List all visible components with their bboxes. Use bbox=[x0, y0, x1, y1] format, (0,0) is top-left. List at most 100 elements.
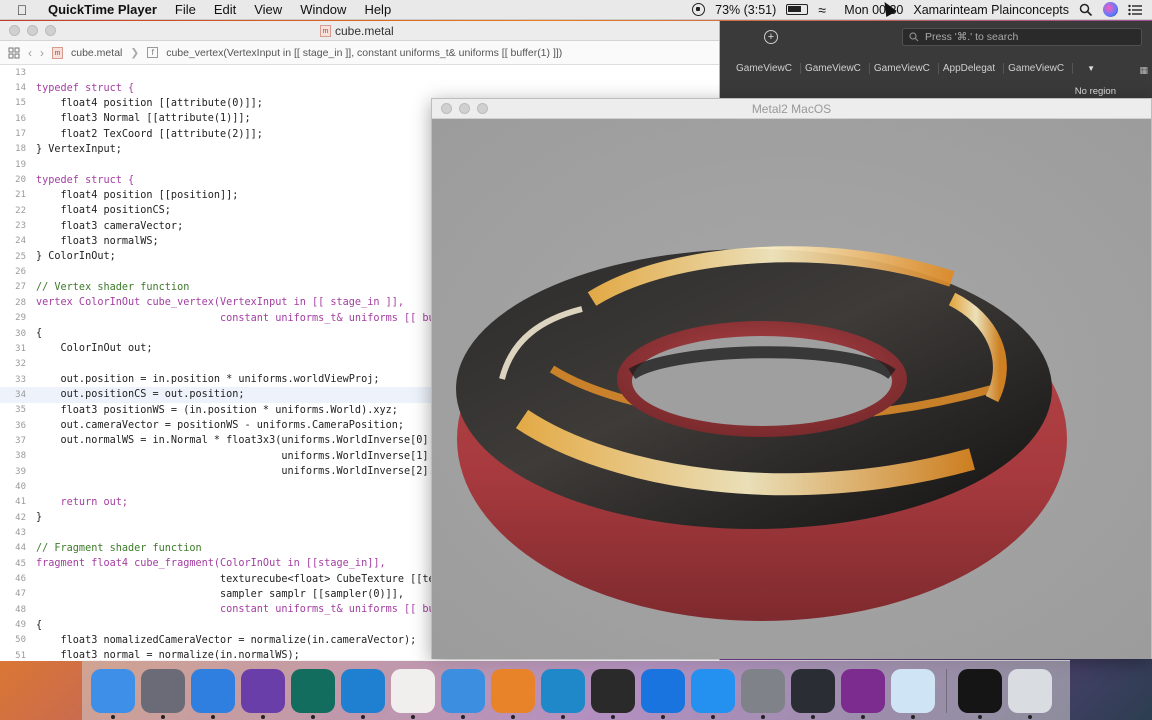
notification-center-icon[interactable] bbox=[1128, 4, 1142, 16]
apple-menu-icon[interactable]:  bbox=[0, 2, 44, 18]
running-indicator bbox=[511, 714, 515, 719]
line-number: 38 bbox=[15, 451, 26, 462]
line-number: 30 bbox=[15, 328, 26, 339]
menu-edit[interactable]: Edit bbox=[205, 2, 245, 17]
menu-file[interactable]: File bbox=[166, 2, 205, 17]
search-field[interactable]: Press '⌘.' to search bbox=[902, 28, 1142, 46]
code-text: out.position = in.position * uniforms.wo… bbox=[36, 374, 380, 386]
line-number: 16 bbox=[15, 113, 26, 124]
line-number: 40 bbox=[15, 481, 26, 492]
code-text: typedef struct { bbox=[36, 174, 135, 186]
menu-view[interactable]: View bbox=[245, 2, 291, 17]
doc-tab[interactable]: GameViewC bbox=[732, 62, 801, 74]
finder-icon[interactable] bbox=[91, 668, 135, 719]
line-number: 36 bbox=[15, 420, 26, 431]
system-preferences-icon[interactable] bbox=[741, 668, 785, 719]
running-indicator bbox=[461, 714, 465, 719]
doc-tab[interactable]: GameViewC bbox=[801, 62, 870, 74]
code-text: } ColorInOut; bbox=[36, 251, 116, 263]
launchpad-icon[interactable] bbox=[141, 668, 185, 719]
jumpbar-function[interactable]: cube_vertex(VertexInput in [[ stage_in ]… bbox=[166, 47, 562, 59]
wifi-icon[interactable]: ≈ bbox=[818, 3, 834, 17]
line-number: 42 bbox=[15, 512, 26, 523]
menu-help[interactable]: Help bbox=[355, 2, 400, 17]
menu-app-name[interactable]: QuickTime Player bbox=[44, 2, 166, 17]
code-line[interactable]: 14 typedef struct { bbox=[0, 80, 719, 95]
torus-render bbox=[432, 119, 1151, 659]
code-text: return out; bbox=[36, 496, 129, 508]
line-number: 23 bbox=[15, 221, 26, 232]
running-indicator bbox=[411, 714, 415, 719]
code-text: uniforms.WorldInverse[2].xyz); bbox=[36, 466, 466, 478]
visual-studio-icon[interactable] bbox=[241, 668, 285, 719]
code-text: // Fragment shader function bbox=[36, 542, 202, 554]
code-text: out.normalWS = in.Normal * float3x3(unif… bbox=[36, 435, 460, 447]
render-viewport[interactable] bbox=[432, 119, 1151, 659]
running-indicator bbox=[361, 714, 365, 719]
menu-user[interactable]: Xamarinteam Plainconcepts bbox=[913, 3, 1069, 17]
forward-arrow-icon[interactable]: › bbox=[40, 46, 44, 60]
edge-icon[interactable] bbox=[541, 668, 585, 719]
terminal-icon[interactable] bbox=[591, 668, 635, 719]
spotlight-search-icon[interactable] bbox=[1079, 3, 1093, 17]
metal-app-window[interactable]: Metal2 MacOS bbox=[431, 98, 1152, 659]
menu-window[interactable]: Window bbox=[291, 2, 355, 17]
function-icon: f bbox=[147, 47, 159, 58]
close-button[interactable] bbox=[9, 25, 20, 36]
zoom-button[interactable] bbox=[45, 25, 56, 36]
code-text: } bbox=[36, 512, 43, 524]
back-arrow-icon[interactable]: ‹ bbox=[28, 46, 32, 60]
screen-recording-stop-icon[interactable] bbox=[692, 3, 706, 16]
metal-file-icon: m bbox=[320, 24, 331, 37]
quicktime-icon[interactable] bbox=[791, 668, 835, 719]
running-indicator bbox=[711, 714, 715, 719]
doc-tab[interactable]: AppDelegat bbox=[939, 62, 1005, 74]
jumpbar-file[interactable]: cube.metal bbox=[71, 47, 122, 59]
preview-icon[interactable] bbox=[891, 668, 935, 719]
region-selector[interactable]: No region bbox=[1075, 86, 1116, 97]
line-number: 51 bbox=[15, 650, 26, 661]
app-store-icon[interactable] bbox=[691, 668, 735, 719]
related-items-grid-icon[interactable] bbox=[8, 47, 20, 59]
line-number: 25 bbox=[15, 251, 26, 262]
doc-tab[interactable]: GameViewC bbox=[870, 62, 939, 74]
activity-monitor-icon[interactable] bbox=[841, 668, 885, 719]
search-placeholder: Press '⌘.' to search bbox=[925, 31, 1019, 43]
code-text: float3 normalWS; bbox=[36, 235, 159, 247]
gitkraken-icon[interactable] bbox=[291, 668, 335, 719]
safari-icon[interactable] bbox=[191, 668, 235, 719]
running-indicator bbox=[861, 714, 865, 719]
siri-icon[interactable] bbox=[1103, 2, 1118, 17]
line-number: 46 bbox=[15, 574, 26, 585]
background-ide-window[interactable]: + Press '⌘.' to search GameViewC GameVie… bbox=[720, 21, 1152, 101]
screen-recording-icon[interactable] bbox=[958, 668, 1002, 719]
sublime-icon[interactable] bbox=[491, 668, 535, 719]
code-text: // Vertex shader function bbox=[36, 281, 190, 293]
line-number: 41 bbox=[15, 497, 26, 508]
line-number: 28 bbox=[15, 297, 26, 308]
teamviewer-icon[interactable] bbox=[641, 668, 685, 719]
running-indicator bbox=[311, 714, 315, 719]
battery-status[interactable]: 73% (3:51) bbox=[715, 3, 776, 17]
line-number: 33 bbox=[15, 374, 26, 385]
xcode-icon[interactable] bbox=[441, 668, 485, 719]
vscode-icon[interactable] bbox=[341, 668, 385, 719]
code-text: out.cameraVector = positionWS - uniforms… bbox=[36, 420, 405, 432]
battery-icon[interactable] bbox=[786, 4, 809, 15]
metal-title-bar: Metal2 MacOS bbox=[432, 99, 1151, 119]
add-icon[interactable]: + bbox=[764, 30, 778, 44]
xamarin-icon[interactable] bbox=[391, 668, 435, 719]
code-text: float4 position [[attribute(0)]]; bbox=[36, 97, 263, 109]
code-line[interactable]: 13 bbox=[0, 65, 719, 80]
running-indicator bbox=[261, 714, 265, 719]
line-number: 50 bbox=[15, 635, 26, 646]
code-text: typedef struct { bbox=[36, 82, 135, 94]
running-indicator bbox=[911, 714, 915, 719]
minimize-button[interactable] bbox=[27, 25, 38, 36]
trash-icon[interactable] bbox=[1008, 668, 1052, 719]
side-panel-icon[interactable]: ▦ bbox=[1139, 65, 1148, 76]
tabs-overflow-chevron-icon[interactable]: ▼ bbox=[1087, 64, 1095, 73]
doc-tab[interactable]: GameViewC bbox=[1004, 62, 1074, 74]
code-text: { bbox=[36, 619, 43, 631]
code-text: { bbox=[36, 328, 43, 340]
